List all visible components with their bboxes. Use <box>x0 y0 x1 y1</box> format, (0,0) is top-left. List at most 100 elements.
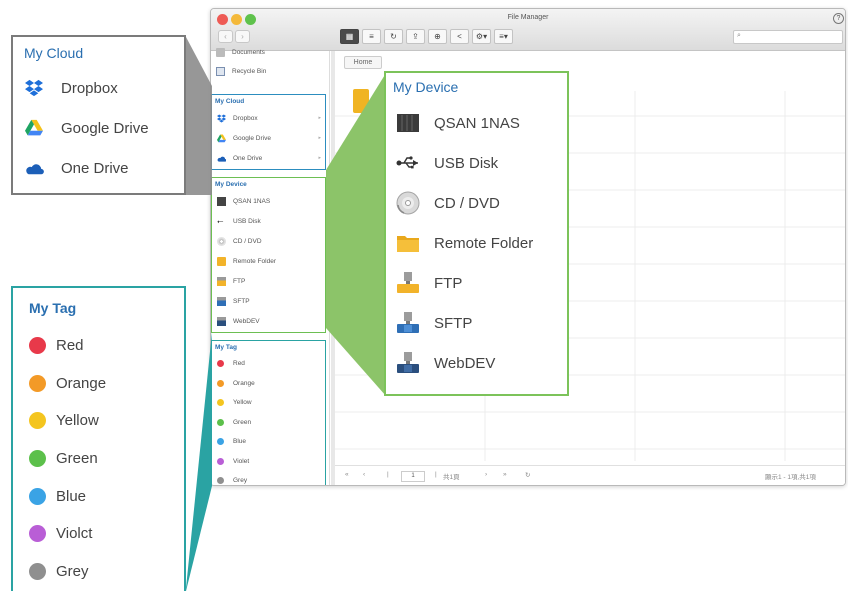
callout-item-label: USB Disk <box>434 154 499 172</box>
cd-dvd-icon <box>396 191 420 215</box>
grid-view-button[interactable]: ▦ <box>340 29 359 44</box>
sidebar-tag-yellow[interactable]: Yellow <box>212 393 325 413</box>
sidebar-item-label: SFTP <box>233 297 250 305</box>
tag-color-dot <box>217 399 224 407</box>
tag-color-dot <box>29 525 46 542</box>
sidebar-section-my-tag: My Tag Red Orange Yellow Green Blue Viol… <box>211 340 326 485</box>
sidebar-item-documents[interactable]: Documents <box>211 45 326 59</box>
first-page-icon[interactable]: « <box>345 471 349 478</box>
section-title: My Tag <box>215 344 237 351</box>
sidebar-tag-violet[interactable]: Violet <box>212 452 325 472</box>
sidebar-item-label: Green <box>233 418 252 426</box>
expand-icon[interactable]: ▸ <box>318 115 321 121</box>
callout-tag-violet: Violct <box>29 525 92 542</box>
cd-dvd-icon <box>217 236 226 246</box>
callout-item-label: Green <box>56 450 98 467</box>
callout-tag-orange: Orange <box>29 375 106 392</box>
tag-color-dot <box>29 563 46 580</box>
share-button[interactable]: < <box>450 29 469 44</box>
sidebar-item-label: Yellow <box>233 399 252 407</box>
dropbox-icon <box>217 113 226 123</box>
remote-folder-icon <box>217 256 226 266</box>
page-number-input[interactable]: 1 <box>401 471 425 482</box>
callout-item-label: Blue <box>56 488 87 505</box>
item-count: 顯示1 - 1項,共1項 <box>765 474 816 481</box>
my-tag-callout: My Tag Red Orange Yellow Green Blue Viol… <box>11 286 186 591</box>
sidebar-item-google-drive[interactable]: Google Drive ▸ <box>212 128 325 148</box>
callout-item-label: Red <box>56 337 84 354</box>
forward-button[interactable]: › <box>235 30 250 43</box>
page-separator: | <box>387 471 389 478</box>
sidebar-item-label: Grey <box>233 477 248 485</box>
settings-button[interactable]: ⚙▾ <box>472 29 491 44</box>
callout-item-label: SFTP <box>434 314 473 332</box>
callout-item-label: One Drive <box>61 159 129 177</box>
callout-item-label: Orange <box>56 375 107 392</box>
prev-page-icon[interactable]: ‹ <box>363 471 365 478</box>
sidebar-item-onedrive[interactable]: One Drive ▸ <box>212 148 325 168</box>
sidebar-item-sftp[interactable]: SFTP <box>212 291 325 311</box>
sidebar-item-usb-disk[interactable]: ⭠ USB Disk <box>212 211 325 231</box>
callout-item-label: Violct <box>56 525 93 542</box>
callout-item-cd-dvd: CD / DVD <box>396 191 500 215</box>
refresh-icon[interactable]: ↻ <box>525 471 530 479</box>
page-total: 共1頁 <box>443 474 460 481</box>
sidebar-item-label: Recycle Bin <box>232 67 267 75</box>
callout-item-sftp: SFTP <box>396 311 472 335</box>
sidebar-tag-blue[interactable]: Blue <box>212 432 325 452</box>
status-bar: « ‹ | 1 | 共1頁 › » ↻ 顯示1 - 1項,共1項 <box>335 465 845 485</box>
upload-button[interactable]: ⇪ <box>406 29 425 44</box>
refresh-button[interactable]: ↻ <box>384 29 403 44</box>
google-drive-icon <box>217 133 226 143</box>
sidebar-item-label: CD / DVD <box>233 237 262 245</box>
filter-button[interactable]: ≡▾ <box>494 29 513 44</box>
sidebar-item-qsan-1nas[interactable]: QSAN 1NAS <box>212 191 325 211</box>
back-button[interactable]: ‹ <box>218 30 233 43</box>
sidebar-item-label: Blue <box>233 438 247 446</box>
callout-item-label: QSAN 1NAS <box>434 114 520 132</box>
onedrive-icon <box>24 159 44 177</box>
breadcrumb[interactable]: Home <box>344 56 382 69</box>
dropbox-icon <box>24 79 44 97</box>
sidebar-item-label: USB Disk <box>233 217 261 225</box>
search-input[interactable] <box>733 30 843 44</box>
sidebar-tag-green[interactable]: Green <box>212 413 325 433</box>
tag-color-dot <box>29 375 46 392</box>
callout-item-label: Dropbox <box>61 79 118 97</box>
tag-color-dot <box>217 418 224 426</box>
nas-icon <box>396 111 420 135</box>
tag-color-dot <box>217 360 224 368</box>
list-view-button[interactable]: ≡ <box>362 29 381 44</box>
callout-item-usb-disk: USB Disk <box>396 151 498 175</box>
page-separator: | <box>435 471 437 478</box>
tag-color-dot <box>29 450 46 467</box>
next-page-icon[interactable]: › <box>485 471 487 478</box>
window-title: File Manager <box>507 14 549 21</box>
last-page-icon[interactable]: » <box>503 471 507 478</box>
callout-title: My Device <box>393 79 459 95</box>
sidebar-item-webdav[interactable]: WebDEV <box>212 311 325 331</box>
callout-item-label: WebDEV <box>434 354 496 372</box>
new-folder-button[interactable]: ⊕ <box>428 29 447 44</box>
nas-icon <box>217 196 226 206</box>
sidebar-item-ftp[interactable]: FTP <box>212 271 325 291</box>
callout-item-label: CD / DVD <box>434 194 500 212</box>
expand-icon[interactable]: ▸ <box>318 155 321 161</box>
tag-color-dot <box>217 457 224 465</box>
sidebar-tag-red[interactable]: Red <box>212 354 325 374</box>
sidebar-item-label: WebDEV <box>233 317 260 325</box>
tag-color-dot <box>217 438 224 446</box>
webdav-icon <box>396 351 420 375</box>
sidebar-tag-orange[interactable]: Orange <box>212 374 325 394</box>
sidebar-item-label: FTP <box>233 277 246 285</box>
sidebar-item-dropbox[interactable]: Dropbox ▸ <box>212 108 325 128</box>
sidebar-item-remote-folder[interactable]: Remote Folder <box>212 251 325 271</box>
help-icon[interactable]: ? <box>833 13 844 24</box>
expand-icon[interactable]: ▸ <box>318 135 321 141</box>
callout-item-qsan-1nas: QSAN 1NAS <box>396 111 520 135</box>
sidebar-tag-grey[interactable]: Grey <box>212 471 325 485</box>
sidebar-item-cd-dvd[interactable]: CD / DVD <box>212 231 325 251</box>
callout-tag-yellow: Yellow <box>29 412 99 429</box>
sidebar-section-my-device: My Device QSAN 1NAS ⭠ USB Disk CD / DVD … <box>211 177 326 333</box>
sidebar-item-recycle-bin[interactable]: Recycle Bin <box>211 61 326 81</box>
